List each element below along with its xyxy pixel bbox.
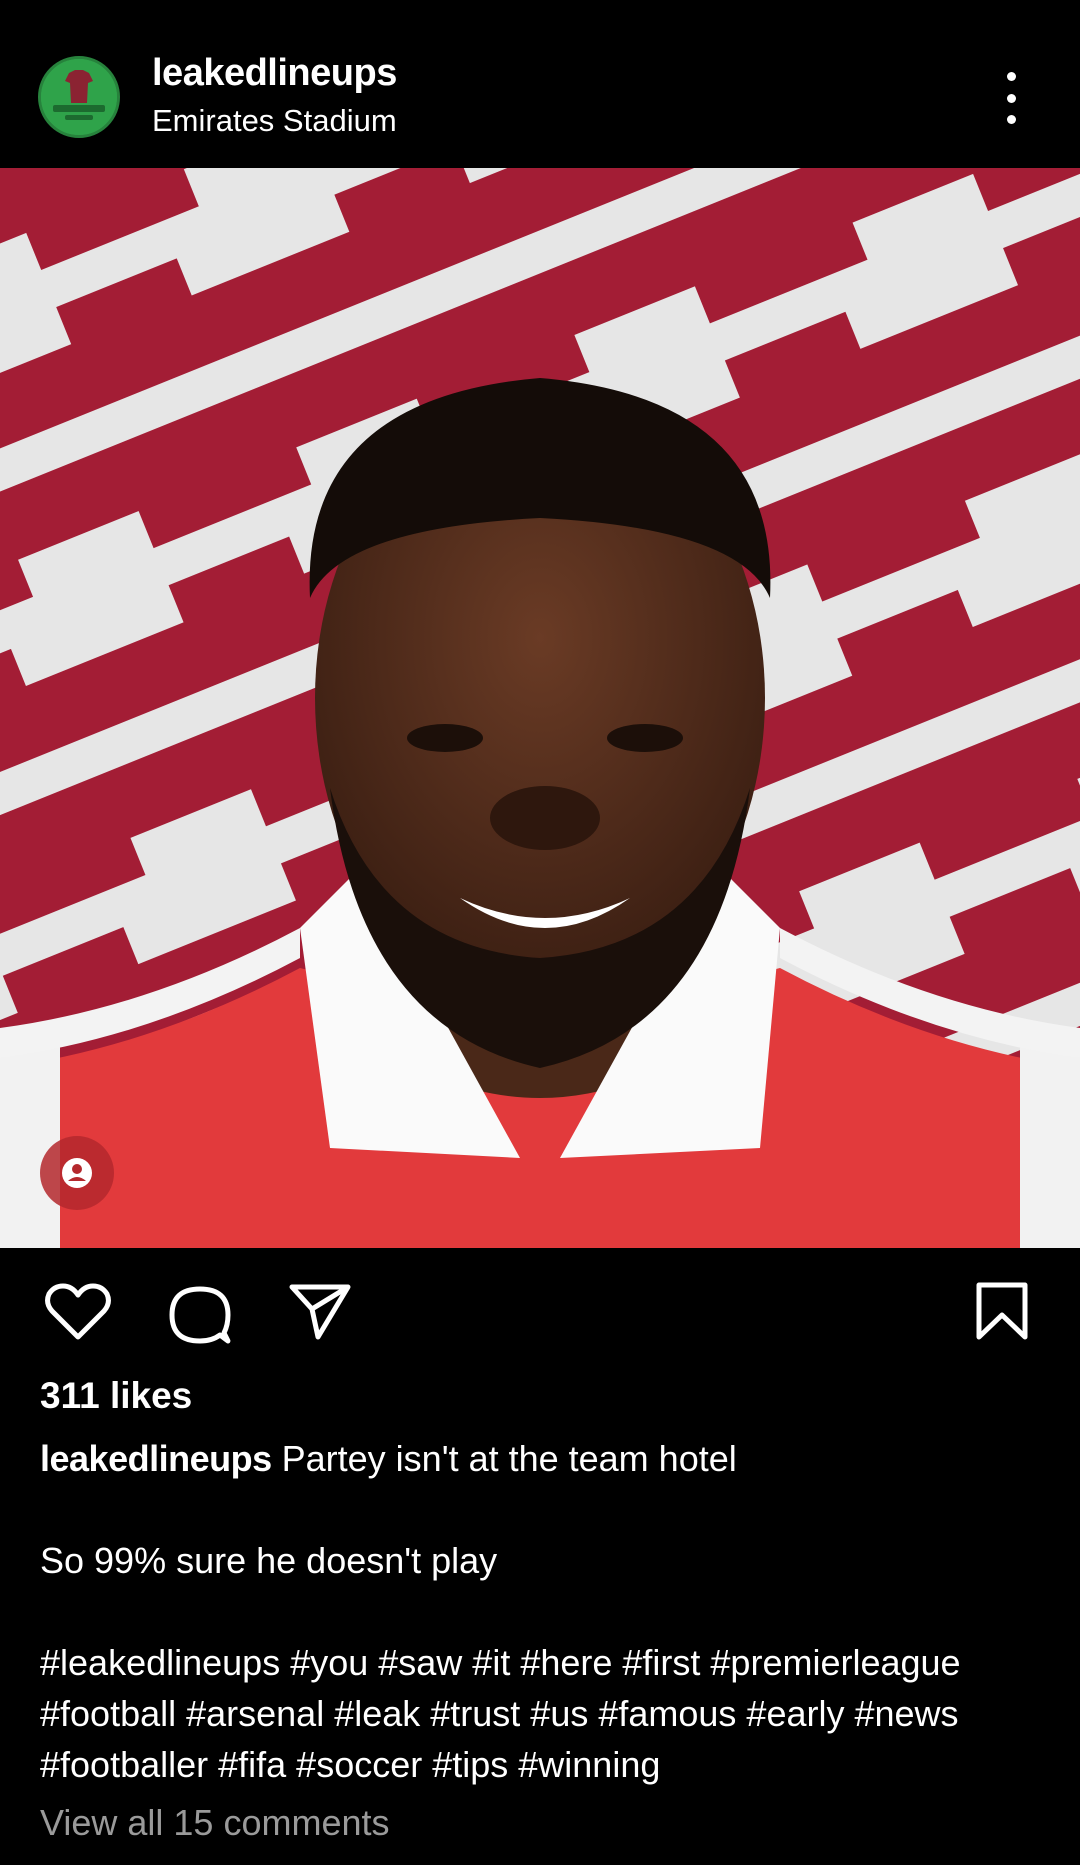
send-icon <box>289 1284 351 1340</box>
user-tag-icon[interactable] <box>40 1136 114 1210</box>
profile-avatar[interactable] <box>38 56 120 138</box>
caption-first-line: leakedlineups Partey isn't at the team h… <box>40 1433 1050 1484</box>
caption-hashtags[interactable]: #footballer #fifa #soccer #tips #winning <box>40 1739 1050 1790</box>
person-icon <box>62 1158 92 1188</box>
player-photo <box>0 168 1080 1248</box>
post-username[interactable]: leakedlineups <box>152 52 397 95</box>
post-image[interactable] <box>0 168 1080 1248</box>
save-button[interactable] <box>974 1281 1030 1341</box>
comment-button[interactable] <box>168 1283 232 1347</box>
post-caption: leakedlineups Partey isn't at the team h… <box>40 1433 1050 1790</box>
more-options-icon[interactable] <box>996 72 1026 124</box>
view-comments-link[interactable]: View all 15 comments <box>40 1802 390 1844</box>
heart-icon <box>45 1283 111 1340</box>
caption-username[interactable]: leakedlineups <box>40 1438 272 1479</box>
caption-hashtags[interactable]: #football #arsenal #leak #trust #us #fam… <box>40 1688 1050 1739</box>
caption-text: So 99% sure he doesn't play <box>40 1540 498 1581</box>
like-button[interactable] <box>44 1282 112 1342</box>
post-header: leakedlineups Emirates Stadium <box>0 0 1080 168</box>
like-count[interactable]: 311 likes <box>40 1375 192 1417</box>
avatar-image <box>41 59 117 135</box>
caption-hashtags[interactable]: #leakedlineups #you #saw #it #here #firs… <box>40 1637 1050 1688</box>
post-location[interactable]: Emirates Stadium <box>152 103 397 139</box>
comment-icon <box>169 1286 231 1344</box>
bookmark-icon <box>976 1282 1028 1340</box>
caption-text: Partey isn't at the team hotel <box>281 1438 737 1479</box>
share-button[interactable] <box>288 1283 352 1341</box>
